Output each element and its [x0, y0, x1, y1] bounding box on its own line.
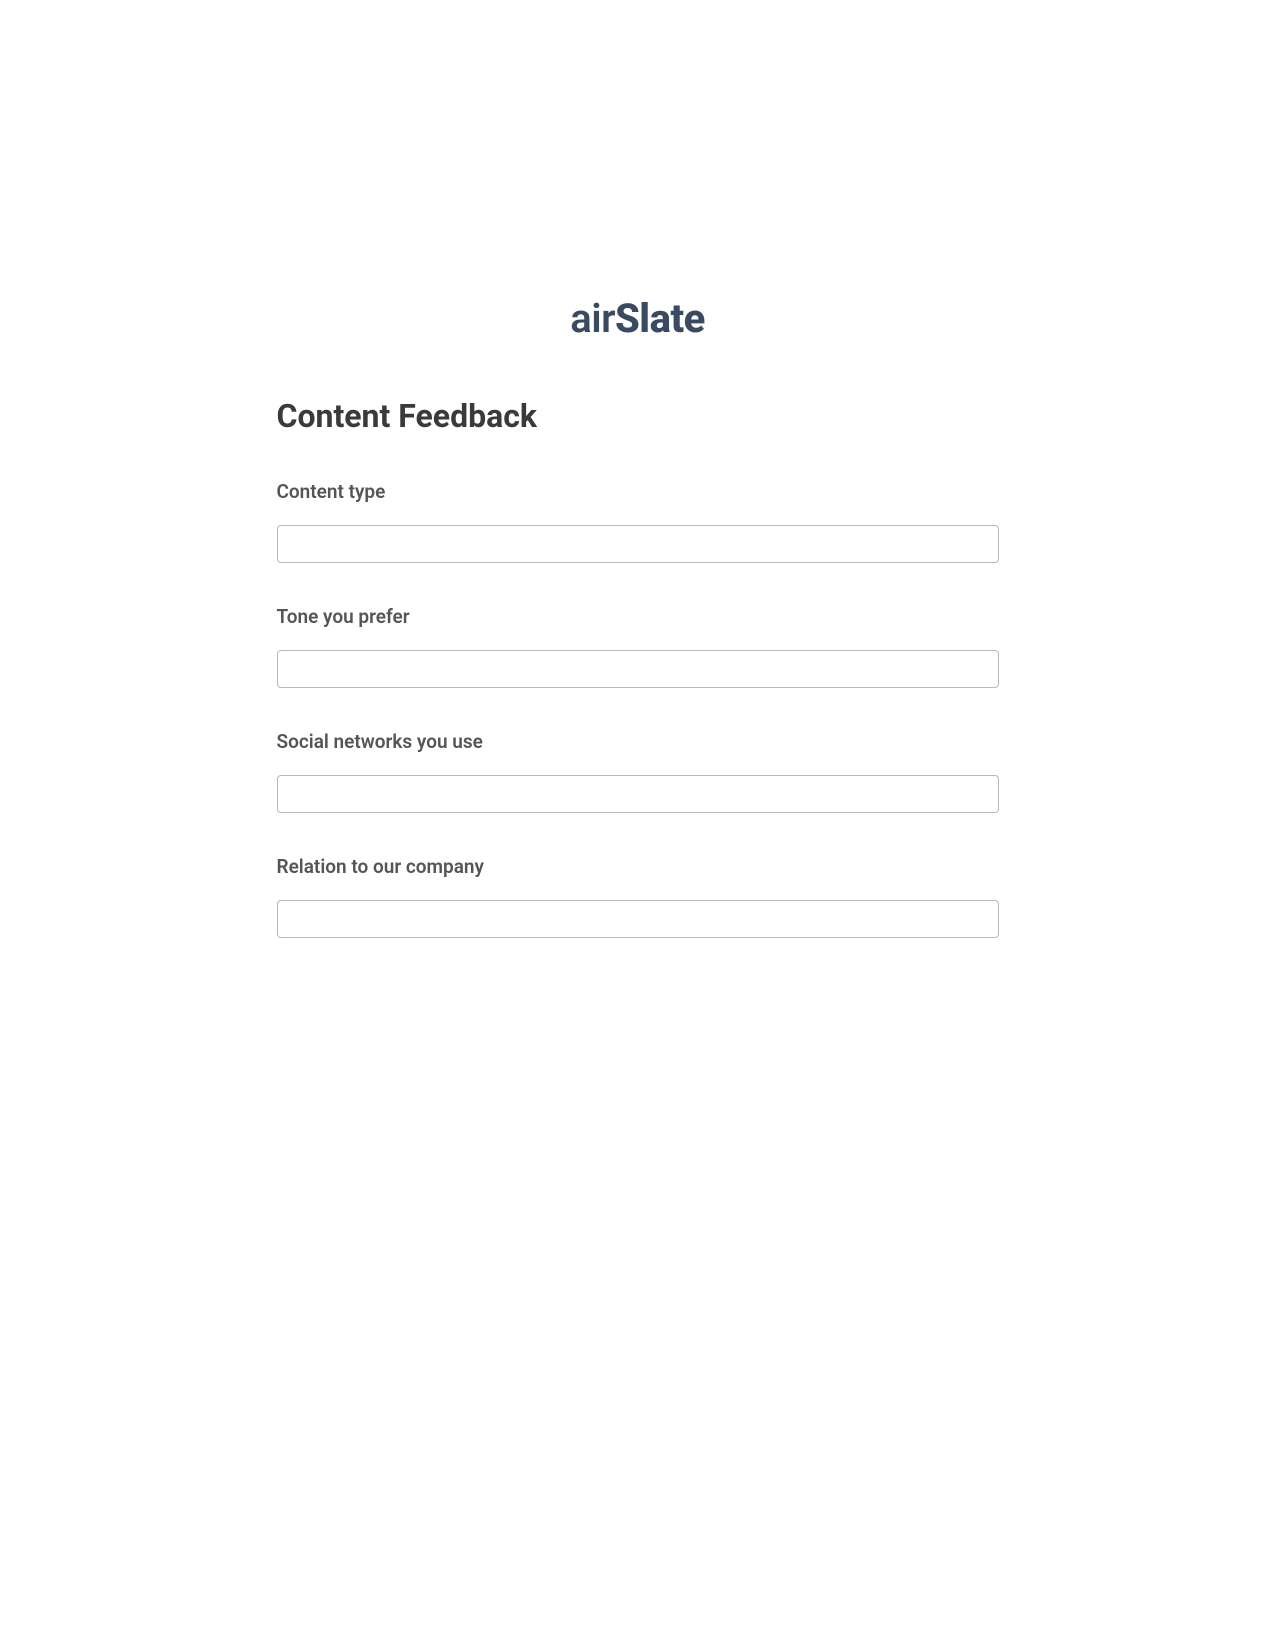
field-content-type: Content type	[277, 480, 999, 563]
brand-prefix: air	[570, 295, 615, 342]
input-relation[interactable]	[277, 900, 999, 938]
form-title: Content Feedback	[277, 397, 999, 435]
field-tone: Tone you prefer	[277, 605, 999, 688]
label-tone: Tone you prefer	[277, 605, 999, 628]
label-social-networks: Social networks you use	[277, 730, 999, 753]
input-tone[interactable]	[277, 650, 999, 688]
field-relation: Relation to our company	[277, 855, 999, 938]
brand-suffix: Slate	[615, 295, 705, 342]
brand-logo: airSlate	[277, 295, 999, 342]
brand-logo-text: airSlate	[570, 295, 705, 342]
form-container: airSlate Content Feedback Content type T…	[277, 295, 999, 938]
field-social-networks: Social networks you use	[277, 730, 999, 813]
label-content-type: Content type	[277, 480, 999, 503]
input-social-networks[interactable]	[277, 775, 999, 813]
input-content-type[interactable]	[277, 525, 999, 563]
label-relation: Relation to our company	[277, 855, 999, 878]
